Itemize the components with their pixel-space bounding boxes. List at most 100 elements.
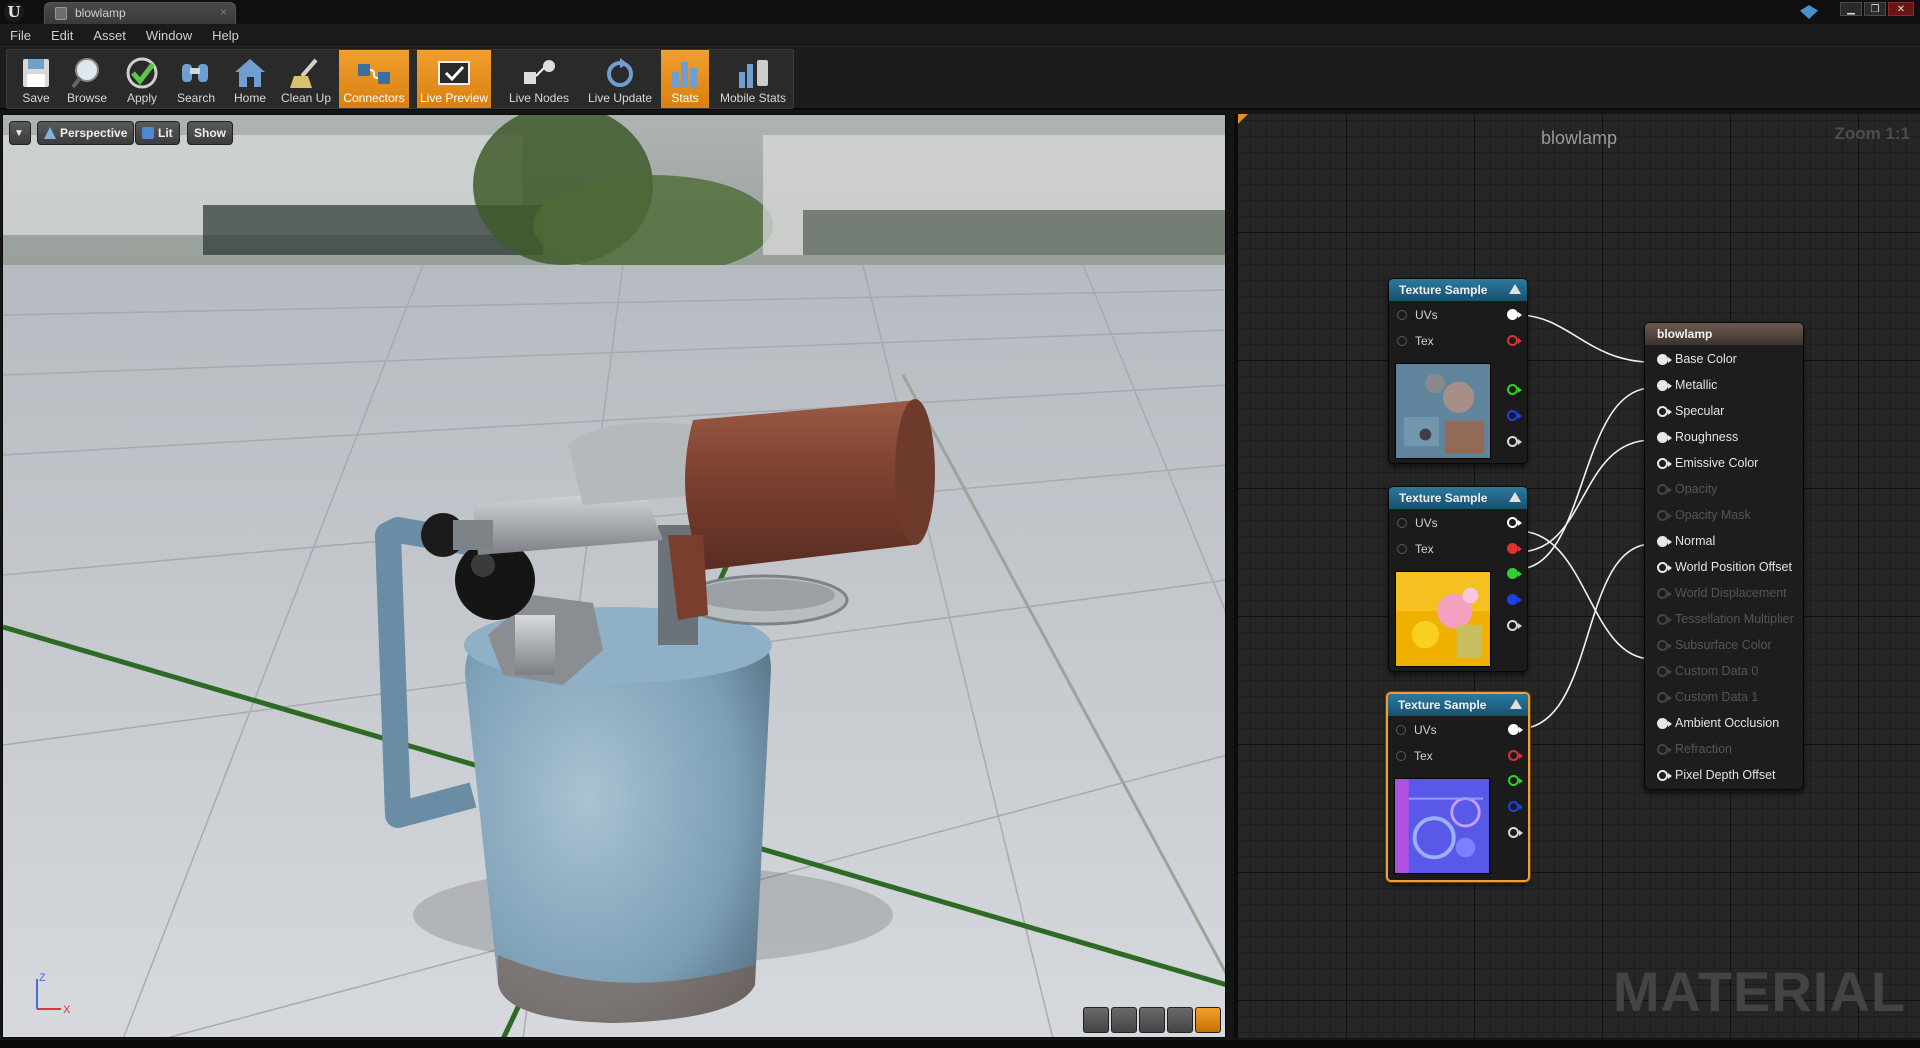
result-pin-normal[interactable]: Normal [1645, 531, 1803, 551]
support-icon[interactable] [1800, 5, 1818, 19]
home-icon [235, 59, 265, 87]
unreal-logo-icon: U [4, 2, 24, 22]
result-pin-emissive-color[interactable]: Emissive Color [1645, 453, 1803, 473]
live-update-button[interactable]: Live Update [581, 50, 659, 108]
output-pin-a[interactable] [1507, 436, 1522, 447]
material-graph[interactable]: blowlamp Zoom 1:1 MATERIAL Texture Sampl… [1234, 114, 1920, 1038]
menu-window[interactable]: Window [146, 28, 192, 43]
output-pin-rgb[interactable] [1507, 309, 1522, 320]
output-pin-rgb[interactable] [1508, 724, 1523, 735]
menu-asset[interactable]: Asset [93, 28, 126, 43]
apply-button[interactable]: Apply [117, 50, 167, 108]
menu-edit[interactable]: Edit [51, 28, 73, 43]
output-pin-b[interactable] [1508, 801, 1523, 812]
tab-close-icon[interactable]: × [220, 5, 227, 19]
texture-sample-node-orm[interactable]: Texture Sample UVs Tex [1388, 486, 1528, 672]
stats-icon [672, 62, 697, 88]
wire-base-color [1517, 314, 1653, 363]
material-result-node[interactable]: blowlamp Base Color Metallic Specular Ro… [1644, 322, 1804, 790]
output-pin-r[interactable] [1508, 750, 1523, 761]
menu-file[interactable]: File [10, 28, 31, 43]
output-pin-a[interactable] [1507, 620, 1522, 631]
input-pin-uvs[interactable] [1397, 310, 1407, 320]
collapse-arrow-icon[interactable] [1509, 492, 1521, 502]
stats-button[interactable]: Stats [661, 50, 709, 108]
lit-button[interactable]: Lit [135, 121, 180, 145]
output-pin-b[interactable] [1507, 594, 1522, 605]
input-pin-tex[interactable] [1396, 751, 1406, 761]
show-button[interactable]: Show [187, 121, 233, 145]
sphere-mesh-button[interactable] [1111, 1007, 1137, 1033]
orm-texture-preview [1395, 571, 1491, 667]
save-icon [23, 59, 49, 87]
output-pin-g[interactable] [1507, 568, 1522, 579]
input-pin-dot[interactable] [1657, 718, 1672, 729]
texture-sample-node-normal[interactable]: Texture Sample UVs Tex [1386, 692, 1530, 882]
texture-sample-node-base-color[interactable]: Texture Sample UVs Tex [1388, 278, 1528, 464]
save-button[interactable]: Save [11, 50, 61, 108]
cube-mesh-button[interactable] [1167, 1007, 1193, 1033]
input-pin-dot [1657, 484, 1672, 495]
input-pin-dot[interactable] [1657, 354, 1672, 365]
clean-up-button[interactable]: Clean Up [277, 50, 335, 108]
result-pin-specular[interactable]: Specular [1645, 401, 1803, 421]
mobile-stats-button[interactable]: Mobile Stats [715, 50, 791, 108]
result-pin-base-color[interactable]: Base Color [1645, 349, 1803, 369]
input-pin-dot[interactable] [1657, 770, 1672, 781]
input-pin-uvs[interactable] [1396, 725, 1406, 735]
output-pin-r[interactable] [1507, 543, 1522, 554]
input-pin-dot[interactable] [1657, 380, 1672, 391]
home-button[interactable]: Home [225, 50, 275, 108]
axis-z-label: Z [39, 972, 46, 984]
close-button[interactable]: ✕ [1888, 2, 1914, 16]
node-header[interactable]: Texture Sample [1389, 487, 1527, 509]
pin-row-tex: Tex [1388, 747, 1528, 765]
custom-mesh-button[interactable] [1195, 1007, 1221, 1033]
result-node-title[interactable]: blowlamp [1645, 323, 1803, 345]
live-nodes-icon [524, 60, 555, 84]
wire-normal [1517, 543, 1653, 730]
result-pin-opacity-mask: Opacity Mask [1645, 505, 1803, 525]
input-pin-dot [1657, 588, 1672, 599]
plane-mesh-button[interactable] [1139, 1007, 1165, 1033]
input-pin-uvs[interactable] [1397, 518, 1407, 528]
menu-help[interactable]: Help [212, 28, 239, 43]
perspective-button[interactable]: Perspective [37, 121, 135, 145]
cylinder-mesh-button[interactable] [1083, 1007, 1109, 1033]
input-pin-dot[interactable] [1657, 562, 1672, 573]
mobile-stats-icon [739, 60, 768, 88]
input-pin-dot[interactable] [1657, 432, 1672, 443]
live-nodes-button[interactable]: Live Nodes [503, 50, 575, 108]
input-pin-tex[interactable] [1397, 544, 1407, 554]
connectors-button[interactable]: Connectors [339, 50, 409, 108]
node-header[interactable]: Texture Sample [1388, 694, 1528, 716]
input-pin-dot[interactable] [1657, 536, 1672, 547]
input-pin-dot [1657, 614, 1672, 625]
output-pin-r[interactable] [1507, 335, 1522, 346]
result-pin-metallic[interactable]: Metallic [1645, 375, 1803, 395]
node-header[interactable]: Texture Sample [1389, 279, 1527, 301]
result-pin-ambient-occlusion[interactable]: Ambient Occlusion [1645, 713, 1803, 733]
result-pin-pixel-depth-offset[interactable]: Pixel Depth Offset [1645, 765, 1803, 785]
input-pin-dot[interactable] [1657, 406, 1672, 417]
collapse-arrow-icon[interactable] [1510, 699, 1522, 709]
minimize-button[interactable]: ▁ [1840, 2, 1862, 16]
output-pin-a[interactable] [1508, 827, 1523, 838]
live-preview-button[interactable]: Live Preview [417, 50, 491, 108]
output-pin-g[interactable] [1507, 384, 1522, 395]
search-icon [182, 64, 208, 82]
collapse-arrow-icon[interactable] [1509, 284, 1521, 294]
preview-viewport[interactable]: ▼ Perspective Lit Show Z X [2, 114, 1226, 1038]
document-tab[interactable]: blowlamp × [44, 2, 236, 24]
output-pin-rgb[interactable] [1507, 517, 1522, 528]
output-pin-g[interactable] [1508, 775, 1523, 786]
browse-button[interactable]: Browse [61, 50, 113, 108]
result-pin-world-position-offset[interactable]: World Position Offset [1645, 557, 1803, 577]
viewport-options-button[interactable]: ▼ [9, 121, 31, 145]
result-pin-roughness[interactable]: Roughness [1645, 427, 1803, 447]
maximize-button[interactable]: ❐ [1864, 2, 1886, 16]
input-pin-dot[interactable] [1657, 458, 1672, 469]
input-pin-tex[interactable] [1397, 336, 1407, 346]
search-button[interactable]: Search [169, 50, 223, 108]
output-pin-b[interactable] [1507, 410, 1522, 421]
